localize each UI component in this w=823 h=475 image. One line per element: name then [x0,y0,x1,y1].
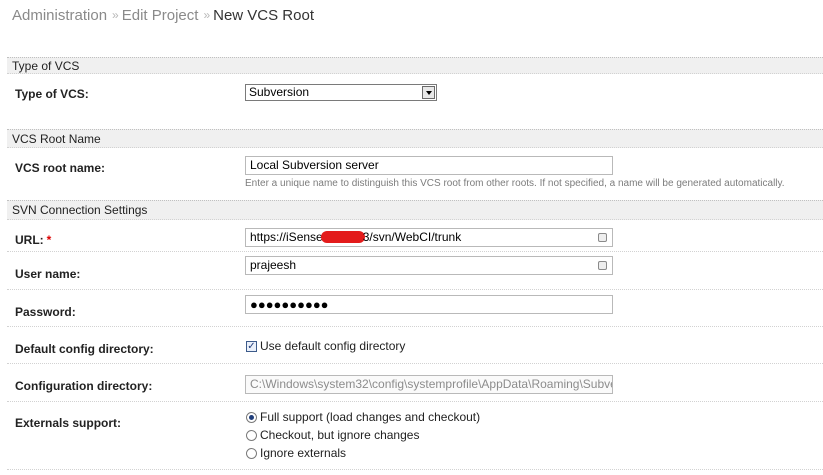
password-input[interactable]: ●●●●●●●●●● [245,295,613,314]
row-vcs-root-name: VCS root name: Local Subversion server E… [7,148,823,200]
section-title: VCS Root Name [12,131,101,146]
default-config-checkbox-label[interactable]: Use default config directory [260,339,405,353]
vcs-root-name-hint: Enter a unique name to distinguish this … [245,178,785,189]
field-autofill-icon [598,233,607,242]
vcs-type-label: Type of VCS: [15,87,89,101]
vcs-root-name-input[interactable]: Local Subversion server [245,156,613,175]
breadcrumb: Administration » Edit Project » New VCS … [12,5,314,25]
externals-option-ignore[interactable]: Ignore externals [260,446,346,460]
externals-radio-full[interactable] [246,412,257,423]
new-vcs-root-page: Administration » Edit Project » New VCS … [0,0,823,475]
username-value: prajeesh [250,258,297,272]
section-svn-connection: SVN Connection Settings [7,200,823,220]
externals-radio-ignore[interactable] [246,448,257,459]
url-label-text: URL: [15,233,44,247]
vcs-type-select[interactable]: Subversion [245,84,437,101]
row-vcs-type: Type of VCS: Subversion [7,74,823,131]
section-type-of-vcs: Type of VCS [7,57,823,74]
url-value-prefix: https://iSense [250,230,323,244]
row-config-dir: Configuration directory: C:\Windows\syst… [7,364,823,402]
url-input[interactable]: https://iSense 3/svn/WebCI/trunk [245,228,613,247]
default-config-checkbox[interactable]: ✓ [246,341,257,352]
row-username: User name: prajeesh [7,252,823,290]
url-value-suffix: 3/svn/WebCI/trunk [362,230,462,244]
chevron-down-icon[interactable] [422,86,435,99]
password-label: Password: [15,305,76,319]
row-password: Password: ●●●●●●●●●● [7,290,823,327]
externals-option-checkout[interactable]: Checkout, but ignore changes [260,428,419,442]
config-dir-input: C:\Windows\system32\config\systemprofile… [245,375,613,394]
section-title: Type of VCS [12,58,80,73]
breadcrumb-edit-project[interactable]: Edit Project [122,7,199,24]
field-autofill-icon [598,261,607,270]
default-config-label: Default config directory: [15,342,154,356]
url-label: URL: * [15,233,51,247]
row-url: URL: * https://iSense 3/svn/WebCI/trunk [7,220,823,252]
externals-label: Externals support: [15,416,122,430]
externals-option-full[interactable]: Full support (load changes and checkout) [260,410,480,424]
section-title: SVN Connection Settings [12,203,148,217]
vcs-type-selected-value: Subversion [249,85,310,99]
breadcrumb-separator-icon: » [203,8,209,22]
required-mark: * [46,233,52,247]
redaction-mark [320,231,365,243]
breadcrumb-separator-icon: » [112,8,118,22]
externals-radio-checkout[interactable] [246,430,257,441]
section-vcs-root-name: VCS Root Name [7,129,823,148]
row-externals: Externals support: Full support (load ch… [7,402,823,470]
username-input[interactable]: prajeesh [245,256,613,275]
vcs-root-name-label: VCS root name: [15,161,106,175]
config-dir-label: Configuration directory: [15,379,153,393]
breadcrumb-administration[interactable]: Administration [12,7,107,24]
row-default-config: Default config directory: ✓ Use default … [7,327,823,364]
username-label: User name: [15,267,81,281]
page-title: New VCS Root [213,6,314,24]
